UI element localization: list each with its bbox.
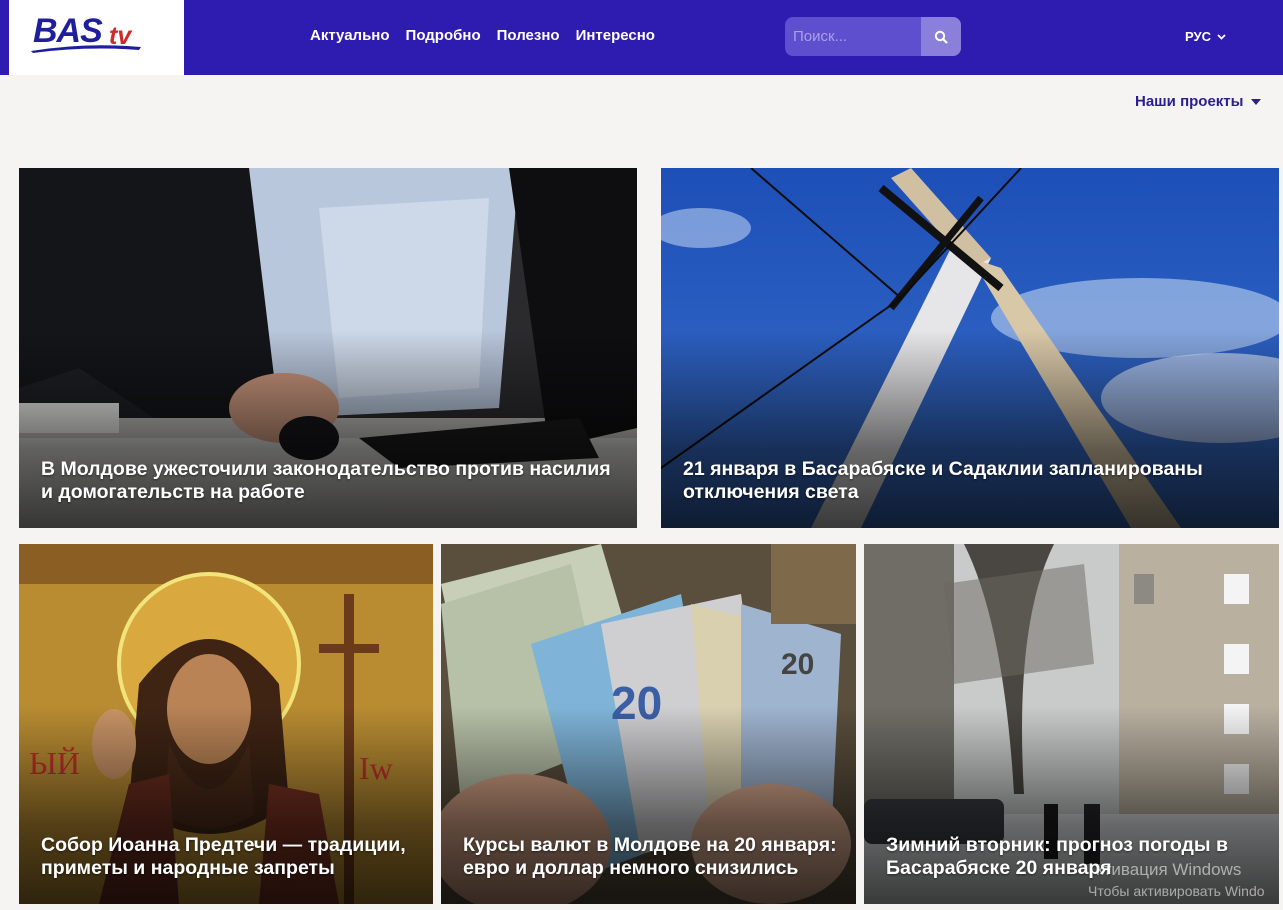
projects-dropdown[interactable]: Наши проекты bbox=[1135, 93, 1262, 110]
windows-activation-watermark: ктивация Windows bbox=[1096, 860, 1242, 879]
svg-text:20: 20 bbox=[781, 648, 814, 681]
article-title[interactable]: В Молдове ужесточили законодательство пр… bbox=[41, 458, 619, 504]
nav-item-actual[interactable]: Актуально bbox=[310, 27, 390, 44]
search-button[interactable] bbox=[921, 17, 961, 56]
site-header: BAS tv Актуально Подробно Полезно Интере… bbox=[0, 0, 1283, 75]
logo-swoosh bbox=[31, 45, 141, 53]
article-card[interactable]: ЫЙ Iw Собор Иоанна Предтечи — традиции, … bbox=[19, 544, 433, 904]
nav-item-interesting[interactable]: Интересно bbox=[576, 27, 655, 44]
language-label: РУС bbox=[1185, 29, 1211, 44]
article-card[interactable]: Зимний вторник: прогноз погоды в Басараб… bbox=[864, 544, 1279, 904]
logo[interactable]: BAS tv bbox=[9, 0, 184, 75]
article-title[interactable]: Курсы валют в Молдове на 20 января: евро… bbox=[463, 834, 838, 880]
nav-item-detailed[interactable]: Подробно bbox=[406, 27, 481, 44]
search-box bbox=[785, 17, 961, 56]
nav-item-useful[interactable]: Полезно bbox=[497, 27, 560, 44]
article-title[interactable]: 21 января в Басарабяске и Садаклии запла… bbox=[683, 458, 1261, 504]
main-nav: Актуально Подробно Полезно Интересно bbox=[310, 27, 655, 44]
caret-down-icon bbox=[1251, 98, 1262, 105]
projects-label: Наши проекты bbox=[1135, 93, 1244, 110]
article-card[interactable]: 20 20 Курсы валют в Молдове на 20 января… bbox=[441, 544, 856, 904]
windows-activation-hint: Чтобы активировать Windo bbox=[1088, 883, 1265, 899]
search-icon bbox=[934, 30, 948, 44]
search-input[interactable] bbox=[785, 17, 921, 56]
article-card[interactable]: В Молдове ужесточили законодательство пр… bbox=[19, 168, 637, 528]
article-title[interactable]: Собор Иоанна Предтечи — традиции, примет… bbox=[41, 834, 415, 880]
article-card[interactable]: 21 января в Басарабяске и Садаклии запла… bbox=[661, 168, 1279, 528]
language-selector[interactable]: РУС bbox=[1185, 29, 1226, 44]
chevron-down-icon bbox=[1217, 33, 1226, 40]
